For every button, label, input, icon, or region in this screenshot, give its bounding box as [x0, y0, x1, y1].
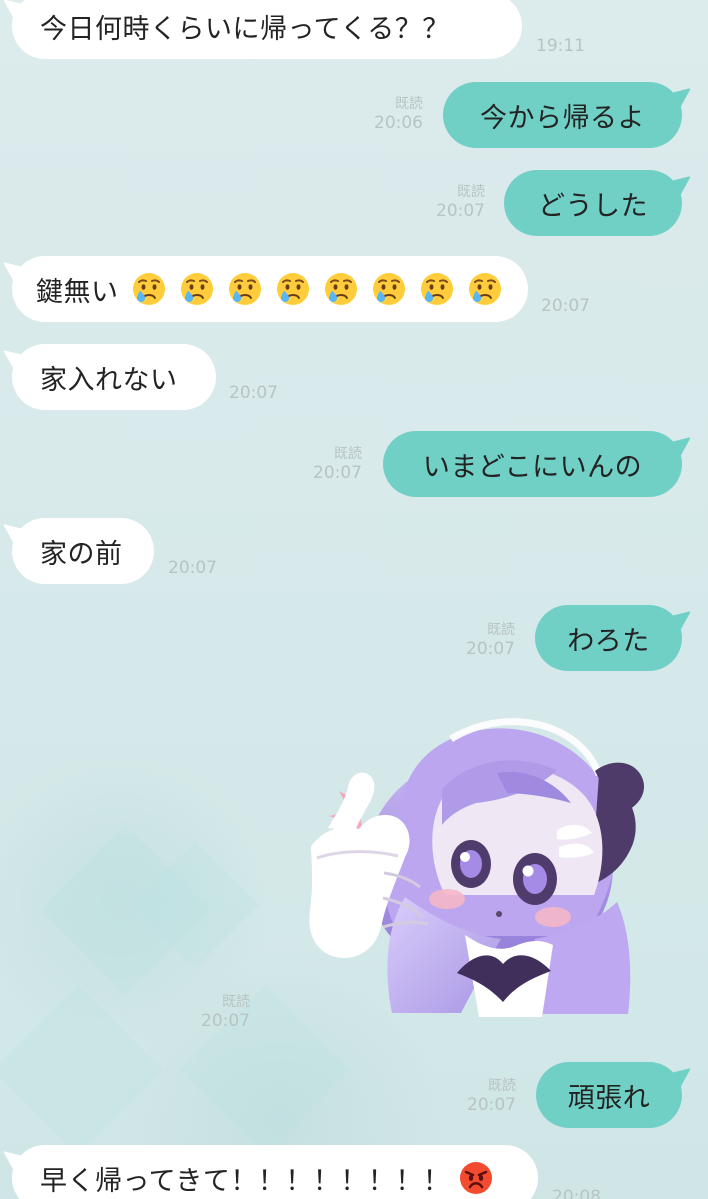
sent-message-bubble[interactable]: どうした — [504, 170, 682, 236]
message-text: 家入れない — [40, 364, 178, 396]
received-message-bubble[interactable]: 早く帰ってきて！！！！！！！！ — [12, 1145, 538, 1199]
read-receipt: 既読 — [487, 622, 515, 638]
time-label: 20:08 — [552, 1187, 601, 1199]
received-message-bubble[interactable]: 家の前 — [12, 518, 154, 584]
read-receipt: 既読 — [488, 1078, 516, 1094]
message-text: 頑張れ — [567, 1082, 651, 1114]
message-timestamp: 20:08 — [552, 1187, 601, 1199]
sent-message-bubble[interactable]: いまどこにいんの — [383, 431, 682, 497]
crying-face-icon — [275, 271, 311, 307]
time-label: 20:07 — [229, 383, 278, 403]
time-label: 20:07 — [466, 639, 515, 659]
purple-hair-girl-pointing-sticker[interactable] — [287, 713, 675, 1035]
message-text: 鍵無い — [36, 276, 119, 308]
time-label: 20:07 — [168, 558, 217, 578]
angry-face-icon — [458, 1160, 494, 1196]
message-text: どうした — [538, 190, 648, 222]
read-receipt: 既読 — [222, 994, 250, 1010]
sent-message-bubble[interactable]: 頑張れ — [536, 1062, 682, 1128]
crying-face-icon — [323, 271, 359, 307]
message-text: わろた — [567, 625, 650, 657]
received-message-bubble[interactable]: 今日何時くらいに帰ってくる？？ — [12, 0, 522, 59]
background-diamond — [0, 985, 163, 1155]
message-meta: 既読 20:07 — [201, 994, 250, 1031]
crying-face-icon — [227, 271, 263, 307]
time-label: 20:06 — [374, 113, 423, 133]
read-receipt: 既読 — [457, 184, 485, 200]
crying-face-icon — [419, 271, 455, 307]
time-label: 20:07 — [467, 1095, 516, 1115]
message-timestamp: 20:07 — [168, 558, 217, 578]
message-text: 早く帰ってきて！！！！！！！！ — [40, 1165, 451, 1197]
crying-face-icon — [131, 271, 167, 307]
message-meta: 既読 20:07 — [436, 184, 485, 221]
time-label: 20:07 — [436, 201, 485, 221]
time-label: 20:07 — [541, 296, 590, 316]
sticker-art — [309, 718, 645, 1017]
crying-face-icon — [467, 271, 503, 307]
message-text: 今から帰るよ — [480, 102, 645, 134]
sent-message-bubble[interactable]: わろた — [535, 605, 682, 671]
message-text: いまどこにいんの — [422, 451, 643, 483]
emoji-row — [119, 271, 503, 307]
chat-view: 今日何時くらいに帰ってくる？？ 19:11 既読 20:06 今から帰るよ 既読… — [0, 0, 708, 1199]
time-label: 19:11 — [536, 36, 585, 56]
crying-face-icon — [371, 271, 407, 307]
message-meta: 既読 20:07 — [313, 446, 362, 483]
message-timestamp: 20:07 — [229, 383, 278, 403]
crying-face-icon — [179, 271, 215, 307]
message-timestamp: 19:11 — [536, 36, 585, 56]
read-receipt: 既読 — [334, 446, 362, 462]
received-message-bubble[interactable]: 鍵無い — [12, 256, 528, 322]
message-meta: 既読 20:07 — [466, 622, 515, 659]
message-meta: 既読 20:06 — [374, 96, 423, 133]
time-label: 20:07 — [313, 463, 362, 483]
time-label: 20:07 — [201, 1011, 250, 1031]
read-receipt: 既読 — [395, 96, 423, 112]
received-message-bubble[interactable]: 家入れない — [12, 344, 216, 410]
message-text: 家の前 — [40, 538, 123, 570]
sent-message-bubble[interactable]: 今から帰るよ — [443, 82, 682, 148]
message-meta: 既読 20:07 — [467, 1078, 516, 1115]
message-text: 今日何時くらいに帰ってくる？？ — [40, 13, 450, 45]
message-timestamp: 20:07 — [541, 296, 590, 316]
